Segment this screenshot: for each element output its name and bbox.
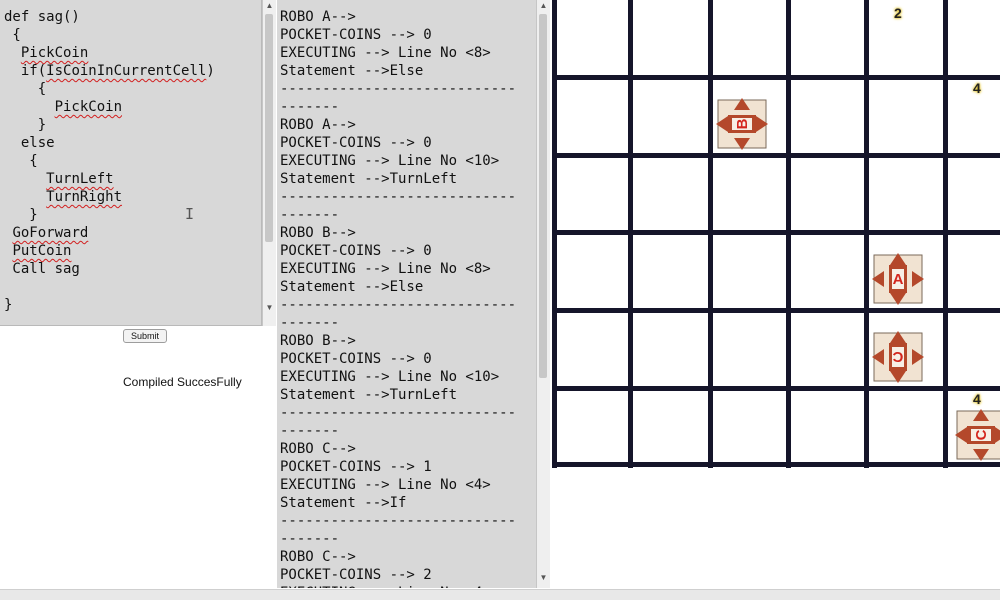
- code-line: PickCoin: [54, 99, 123, 115]
- log-line: -------: [280, 531, 340, 547]
- coin-count: 2: [894, 5, 902, 21]
- page-horizontal-scrollbar[interactable]: [0, 589, 1000, 600]
- robot-icon: A: [872, 253, 924, 305]
- robot-icon: C: [872, 331, 924, 383]
- code-line: }: [4, 207, 38, 223]
- grid-row-line: [552, 153, 1000, 158]
- robot-icon: B: [716, 98, 768, 150]
- code-line: PickCoin: [20, 45, 89, 61]
- log-line: -------: [280, 423, 340, 439]
- editor-scrollbar[interactable]: ▲ ▼: [262, 0, 276, 326]
- log-line: EXECUTING --> Line No <8>: [280, 45, 491, 61]
- grid-row-line: [552, 230, 1000, 235]
- code-line: Call sag: [4, 261, 80, 277]
- scroll-up-arrow-icon[interactable]: ▲: [537, 0, 550, 12]
- log-line: ROBO B-->: [280, 333, 356, 349]
- coin-count: 4: [973, 80, 981, 96]
- code-line: else: [4, 135, 55, 151]
- log-line: POCKET-COINS --> 2: [280, 567, 432, 583]
- robot-c: C: [870, 329, 926, 385]
- log-line: ----------------------------: [280, 513, 517, 529]
- log-line: POCKET-COINS --> 0: [280, 27, 432, 43]
- grid-row-line: [552, 308, 1000, 313]
- text-cursor-icon: I: [185, 205, 195, 223]
- log-line: Statement -->TurnLeft: [280, 387, 458, 403]
- robot-icon: C: [955, 409, 1000, 461]
- robot-b: B: [714, 96, 770, 152]
- log-line: Statement -->Else: [280, 279, 424, 295]
- robot-label: A: [893, 271, 904, 288]
- log-line: POCKET-COINS --> 1: [280, 459, 432, 475]
- log-line: EXECUTING --> Line No <8>: [280, 261, 491, 277]
- log-line: EXECUTING --> Line No <10>: [280, 153, 500, 169]
- log-line: POCKET-COINS --> 0: [280, 351, 432, 367]
- code-line: if(IsCoinInCurrentCell): [4, 63, 215, 79]
- grid-row-line: [552, 386, 1000, 391]
- log-line: ----------------------------: [280, 81, 517, 97]
- robot-grid-board: 2 4 4 B A C C: [552, 0, 1000, 468]
- code-line: {: [4, 153, 38, 169]
- log-scroll-thumb[interactable]: [539, 14, 547, 378]
- log-line: ROBO C-->: [280, 441, 356, 457]
- scroll-up-arrow-icon[interactable]: ▲: [263, 0, 276, 12]
- log-line: -------: [280, 315, 340, 331]
- log-line: EXECUTING --> Line No <4>: [280, 584, 491, 588]
- robot-label: C: [973, 429, 990, 440]
- log-line: ----------------------------: [280, 405, 517, 421]
- code-line: {: [4, 81, 47, 97]
- robot-c: C: [953, 407, 1000, 463]
- scroll-down-arrow-icon[interactable]: ▼: [537, 572, 550, 584]
- log-line: Statement -->TurnLeft: [280, 171, 458, 187]
- log-line: Statement -->If: [280, 495, 407, 511]
- submit-button[interactable]: Submit: [123, 329, 167, 343]
- log-line: ROBO A-->: [280, 117, 356, 133]
- log-line: Statement -->Else: [280, 63, 424, 79]
- compile-status: Compiled SuccesFully: [123, 375, 242, 389]
- code-line: TurnLeft: [46, 171, 114, 187]
- code-line: {: [4, 27, 21, 43]
- code-editor[interactable]: def sag() { PickCoin if(IsCoinInCurrentC…: [0, 0, 262, 326]
- log-line: POCKET-COINS --> 0: [280, 243, 432, 259]
- log-line: EXECUTING --> Line No <10>: [280, 369, 500, 385]
- log-line: ----------------------------: [280, 297, 517, 313]
- execution-log[interactable]: ROBO A--> POCKET-COINS --> 0 EXECUTING -->…: [277, 0, 536, 588]
- code-line: PutCoin: [12, 243, 72, 259]
- log-line: EXECUTING --> Line No <4>: [280, 477, 491, 493]
- code-line: GoForward: [12, 225, 89, 241]
- log-line: POCKET-COINS --> 0: [280, 135, 432, 151]
- coin-count: 4: [973, 391, 981, 407]
- log-line: ROBO A-->: [280, 9, 356, 25]
- code-line: TurnRight: [46, 189, 123, 205]
- log-line: ----------------------------: [280, 189, 517, 205]
- robot-a: A: [870, 251, 926, 307]
- grid-row-line: [552, 75, 1000, 80]
- robot-label: C: [892, 348, 903, 365]
- log-line: -------: [280, 207, 340, 223]
- code-line: def sag(): [4, 9, 80, 25]
- log-line: ROBO C-->: [280, 549, 356, 565]
- log-scrollbar[interactable]: ▲ ▼: [536, 0, 550, 588]
- log-line: ROBO B-->: [280, 225, 356, 241]
- robot-label: B: [734, 118, 751, 129]
- log-line: -------: [280, 99, 340, 115]
- scroll-down-arrow-icon[interactable]: ▼: [263, 302, 276, 314]
- code-line: }: [4, 117, 47, 133]
- grid-row-line: [552, 462, 1000, 467]
- editor-scroll-thumb[interactable]: [265, 14, 273, 242]
- code-line: }: [4, 297, 13, 313]
